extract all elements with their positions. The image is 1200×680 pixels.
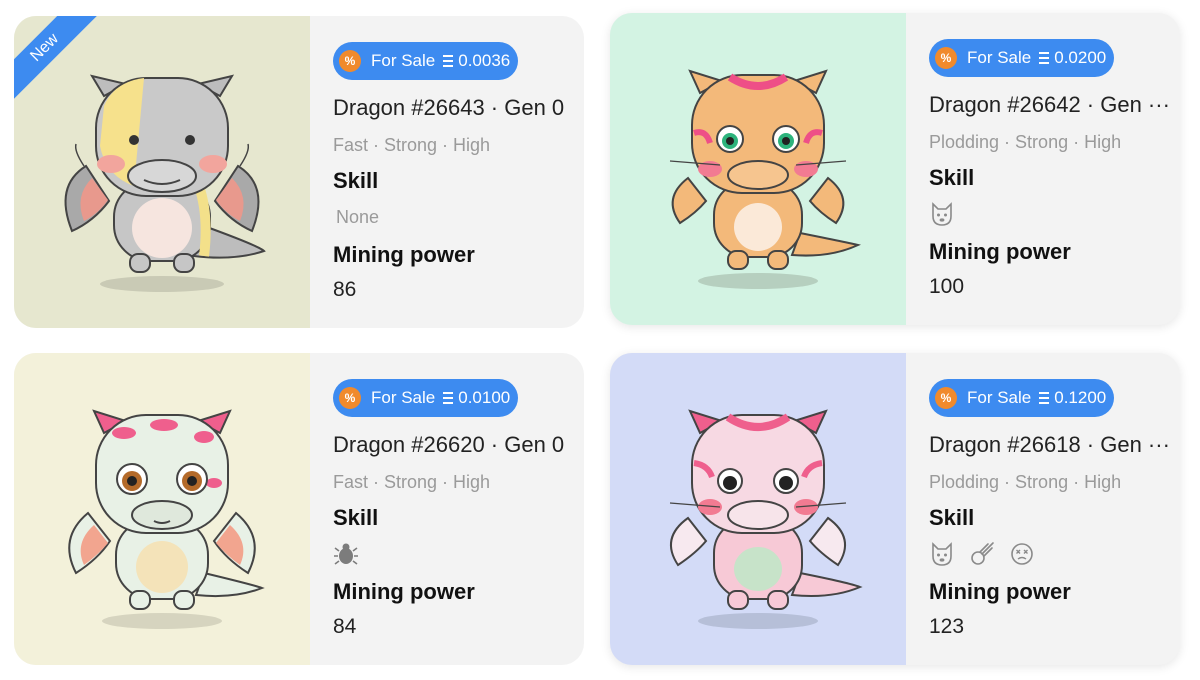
price: 0.0100 xyxy=(458,388,511,407)
sale-label: For Sale xyxy=(371,51,436,70)
price: 0.0200 xyxy=(1054,48,1107,67)
mining-power-value: 100 xyxy=(929,275,965,298)
dizzy-face-icon[interactable] xyxy=(1009,541,1035,567)
sale-label: For Sale xyxy=(371,388,436,407)
skill-label: Skill xyxy=(929,505,975,530)
dragon-illustration xyxy=(68,409,265,629)
coin-icon: % xyxy=(339,50,361,72)
mining-power-value: 84 xyxy=(333,615,357,638)
mining-power-label: Mining power xyxy=(929,239,1071,264)
dog-face-icon[interactable] xyxy=(929,201,955,227)
beetle-icon[interactable] xyxy=(333,541,359,567)
skill-label: Skill xyxy=(333,505,379,530)
mining-power-label: Mining power xyxy=(333,579,475,604)
dragon-info: % For Sale 0.1200 Dragon #26618 · Gen ··… xyxy=(906,353,1180,665)
skill-row xyxy=(929,201,1180,227)
mining-power-value: 86 xyxy=(333,278,357,301)
dragon-traits: Fast · Strong · High xyxy=(333,472,491,492)
sale-label: For Sale xyxy=(967,388,1032,407)
mining-power-value: 123 xyxy=(929,615,965,638)
ethereum-icon xyxy=(443,54,454,68)
skill-row xyxy=(929,541,1180,567)
for-sale-badge[interactable]: % For Sale 0.0100 xyxy=(333,379,519,417)
dragon-art: New xyxy=(14,16,310,328)
skill-label: Skill xyxy=(929,165,975,190)
coin-icon: % xyxy=(935,47,957,69)
dragon-card[interactable]: % For Sale 0.1200 Dragon #26618 · Gen ··… xyxy=(610,353,1180,665)
dragon-title[interactable]: Dragon #26642 · Gen ··· xyxy=(929,92,1179,118)
price: 0.1200 xyxy=(1054,388,1107,407)
ethereum-icon xyxy=(1039,51,1050,65)
dragon-illustration xyxy=(669,69,861,289)
dragon-info: % For Sale 0.0100 Dragon #26620 · Gen 0 … xyxy=(310,353,584,665)
dog-face-icon[interactable] xyxy=(929,541,955,567)
dragon-illustration xyxy=(64,74,266,292)
skill-none-text: None xyxy=(336,206,380,227)
skill-label: Skill xyxy=(333,168,379,193)
ethereum-icon xyxy=(443,391,454,405)
dragon-traits: Plodding · Strong · High xyxy=(929,132,1122,152)
dragon-illustration xyxy=(669,409,863,629)
for-sale-badge[interactable]: % For Sale 0.1200 xyxy=(929,379,1115,417)
mining-power-label: Mining power xyxy=(929,579,1071,604)
price: 0.0036 xyxy=(458,51,511,70)
coin-icon: % xyxy=(935,387,957,409)
ethereum-icon xyxy=(1039,391,1050,405)
skill-row: None xyxy=(333,204,584,230)
dragon-card[interactable]: New % For Sale 0.0036 Dragon #26643 · Ge… xyxy=(14,16,584,328)
for-sale-badge[interactable]: % For Sale 0.0036 xyxy=(333,42,519,80)
dragon-info: % For Sale 0.0200 Dragon #26642 · Gen ··… xyxy=(906,13,1180,325)
comet-icon[interactable] xyxy=(969,541,995,567)
dragon-art xyxy=(610,353,906,665)
dragon-art xyxy=(14,353,310,665)
dragon-title[interactable]: Dragon #26643 · Gen 0 xyxy=(333,95,583,121)
skill-row xyxy=(333,541,584,567)
dragon-card[interactable]: % For Sale 0.0200 Dragon #26642 · Gen ··… xyxy=(610,13,1180,325)
dragon-art xyxy=(610,13,906,325)
for-sale-badge[interactable]: % For Sale 0.0200 xyxy=(929,39,1115,77)
dragon-traits: Plodding · Strong · High xyxy=(929,472,1122,492)
dragon-title[interactable]: Dragon #26618 · Gen ··· xyxy=(929,432,1179,458)
dragon-traits: Fast · Strong · High xyxy=(333,135,491,155)
dragon-info: % For Sale 0.0036 Dragon #26643 · Gen 0 … xyxy=(310,16,584,328)
dragon-card[interactable]: % For Sale 0.0100 Dragon #26620 · Gen 0 … xyxy=(14,353,584,665)
dragon-title[interactable]: Dragon #26620 · Gen 0 xyxy=(333,432,583,458)
mining-power-label: Mining power xyxy=(333,242,475,267)
coin-icon: % xyxy=(339,387,361,409)
sale-label: For Sale xyxy=(967,48,1032,67)
